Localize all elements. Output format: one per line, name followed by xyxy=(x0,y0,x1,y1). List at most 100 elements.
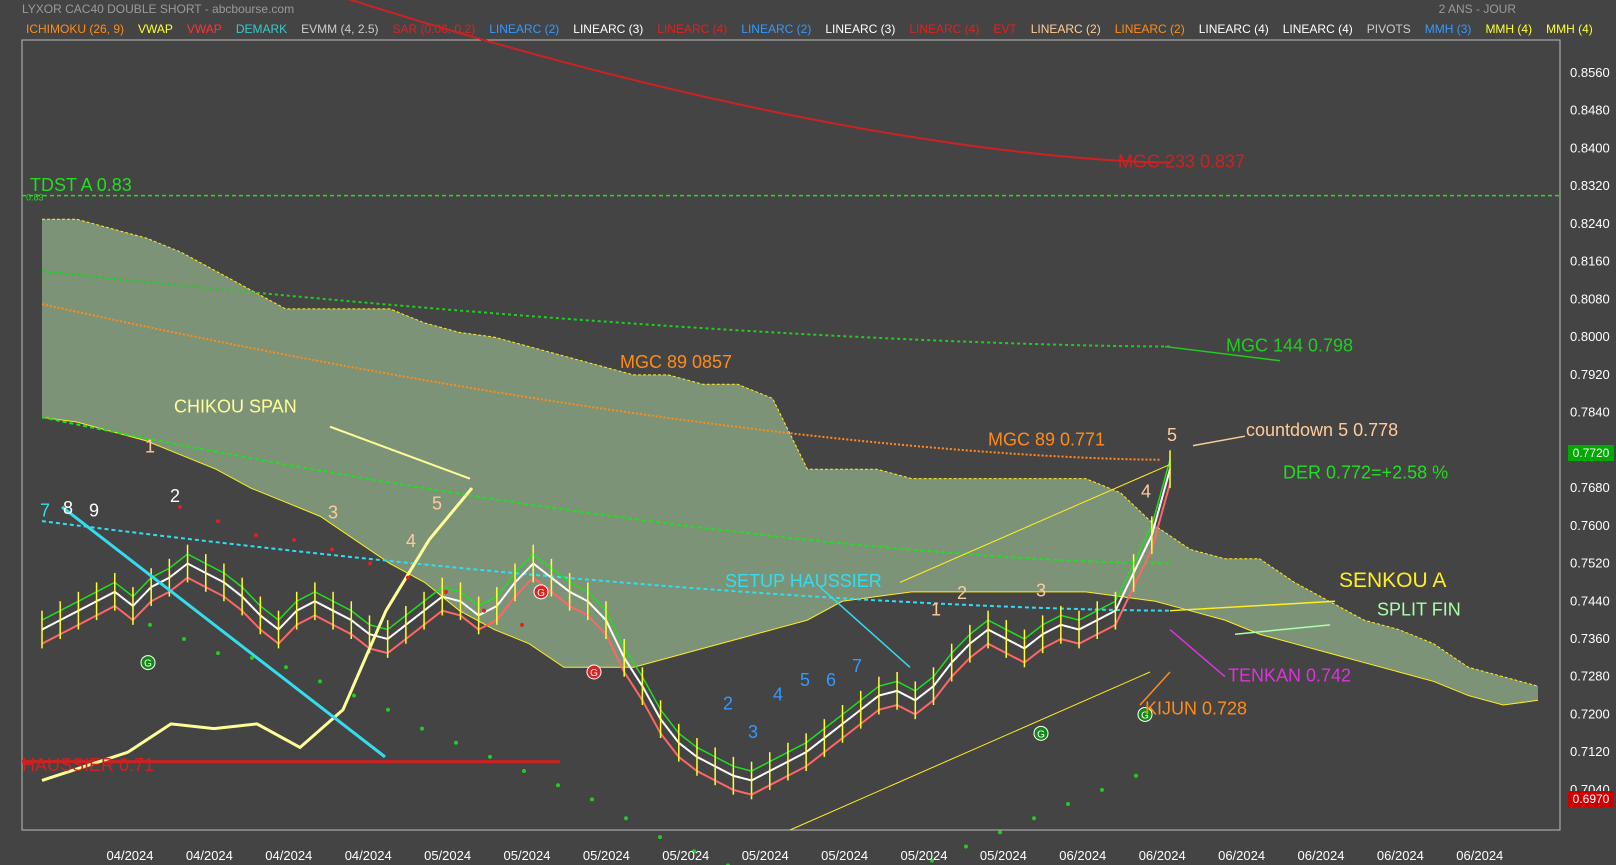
mgc-89-label: MGC 89 0.771 xyxy=(988,430,1105,450)
sar-red-dot-2 xyxy=(254,533,258,538)
sar-dot-6 xyxy=(352,693,356,698)
demark-count-13: 5 xyxy=(800,670,810,690)
der-label: DER 0.772=+2.58 % xyxy=(1283,463,1448,483)
countdown-label: countdown 5 0.778 xyxy=(1246,420,1398,440)
demark-count-11: 3 xyxy=(748,722,758,742)
x-tick-1: 04/2024 xyxy=(186,848,233,863)
demark-count-17: 8 xyxy=(63,498,73,518)
x-tick-11: 05/2024 xyxy=(980,848,1027,863)
y-tick-18: 0.7120 xyxy=(1570,744,1610,759)
sar-red-dot-4 xyxy=(330,547,334,552)
demark-count-16: 7 xyxy=(40,500,50,520)
sar-dot-1 xyxy=(182,636,186,641)
x-tick-8: 05/2024 xyxy=(742,848,789,863)
sar-dot-9 xyxy=(454,740,458,745)
x-tick-13: 06/2024 xyxy=(1139,848,1186,863)
demark-count-10: 2 xyxy=(723,694,733,714)
support-trendline xyxy=(789,671,1151,831)
demark-count-8: 4 xyxy=(1141,481,1151,501)
countdown-arrow xyxy=(1192,435,1246,447)
red-marker-label-1: G xyxy=(590,668,598,679)
y-tick-9: 0.7840 xyxy=(1570,405,1610,420)
current-price-badge: 0.7720 xyxy=(1568,445,1614,461)
sar-dot-12 xyxy=(556,783,560,788)
sar-dot-7 xyxy=(386,707,390,712)
tdst-a-small-label: 0.83 xyxy=(26,192,44,202)
y-tick-2: 0.8400 xyxy=(1570,140,1610,155)
sar-dot-0 xyxy=(148,622,152,627)
y-tick-8: 0.7920 xyxy=(1570,367,1610,382)
x-tick-2: 04/2024 xyxy=(265,848,312,863)
demark-count-18: 9 xyxy=(89,500,99,520)
demark-count-7: 3 xyxy=(1036,581,1046,601)
demark-count-12: 4 xyxy=(773,684,783,704)
sar-dot-28 xyxy=(1100,787,1104,792)
x-tick-17: 06/2024 xyxy=(1456,848,1503,863)
demark-count-1: 2 xyxy=(170,486,180,506)
sar-red-dot-8 xyxy=(482,608,486,613)
sar-red-dot-3 xyxy=(292,537,296,542)
low-price-badge: 0.6970 xyxy=(1568,791,1614,807)
tenkan-label: TENKAN 0.742 xyxy=(1228,665,1351,685)
mgc-89-upper-label: MGC 89 0857 xyxy=(620,352,732,372)
x-tick-5: 05/2024 xyxy=(504,848,551,863)
sar-dot-27 xyxy=(1066,802,1070,807)
sar-dot-14 xyxy=(624,816,628,821)
x-tick-14: 06/2024 xyxy=(1218,848,1265,863)
y-tick-17: 0.7200 xyxy=(1570,706,1610,721)
mgc-233-label: MGC 233 0.837 xyxy=(1118,151,1245,171)
y-tick-3: 0.8320 xyxy=(1570,178,1610,193)
y-tick-12: 0.7600 xyxy=(1570,518,1610,533)
y-tick-1: 0.8480 xyxy=(1570,103,1610,118)
sar-dot-2 xyxy=(216,651,220,656)
sar-dot-29 xyxy=(1134,773,1138,778)
demark-count-6: 2 xyxy=(957,583,967,603)
demark-trendline xyxy=(61,505,386,759)
y-tick-4: 0.8240 xyxy=(1570,216,1610,231)
x-tick-15: 06/2024 xyxy=(1298,848,1345,863)
x-tick-7: 05/2024 xyxy=(662,848,709,863)
y-tick-14: 0.7440 xyxy=(1570,593,1610,608)
sar-dot-13 xyxy=(590,797,594,802)
signal-marker-label-1: G xyxy=(1037,729,1045,740)
red-marker-label-0: G xyxy=(537,588,545,599)
sar-dot-25 xyxy=(998,830,1002,835)
x-tick-0: 04/2024 xyxy=(107,848,154,863)
kijun-label: KIJUN 0.728 xyxy=(1145,698,1247,718)
tenkan-arrow xyxy=(1169,628,1226,678)
price-chart[interactable]: GGGGG1234512 3452345 677 8 9TDST A 0.830.83H… xyxy=(0,0,1616,865)
tdst-b-label: HAUSSIER 0.71 xyxy=(22,755,154,775)
signal-marker-label-0: G xyxy=(144,659,152,670)
sar-dot-15 xyxy=(658,835,662,840)
y-tick-11: 0.7680 xyxy=(1570,480,1610,495)
demark-count-9: 5 xyxy=(1167,425,1177,445)
sar-red-dot-7 xyxy=(444,589,448,594)
y-tick-16: 0.7280 xyxy=(1570,669,1610,684)
sar-red-dot-9 xyxy=(520,622,524,627)
x-tick-12: 06/2024 xyxy=(1059,848,1106,863)
x-tick-9: 05/2024 xyxy=(821,848,868,863)
demark-count-2: 3 xyxy=(328,503,338,523)
sar-dot-24 xyxy=(964,844,968,849)
x-tick-16: 06/2024 xyxy=(1377,848,1424,863)
senkou-a-label: SENKOU A xyxy=(1339,569,1446,592)
y-tick-7: 0.8000 xyxy=(1570,329,1610,344)
sar-dot-11 xyxy=(522,769,526,774)
mgc-233-line xyxy=(347,0,1171,164)
demark-count-3: 4 xyxy=(406,531,416,551)
demark-count-15: 7 xyxy=(852,656,862,676)
demark-count-14: 6 xyxy=(826,670,836,690)
demark-count-0: 1 xyxy=(145,437,155,457)
chikou-span-label: CHIKOU SPAN xyxy=(174,397,297,417)
sar-dot-8 xyxy=(420,726,424,731)
y-tick-15: 0.7360 xyxy=(1570,631,1610,646)
split-fin-label: SPLIT FIN xyxy=(1377,599,1461,619)
x-tick-6: 05/2024 xyxy=(583,848,630,863)
sar-red-dot-5 xyxy=(368,561,372,566)
sar-dot-3 xyxy=(250,655,254,660)
sar-dot-10 xyxy=(488,754,492,759)
sar-red-dot-6 xyxy=(406,575,410,580)
y-tick-5: 0.8160 xyxy=(1570,254,1610,269)
tdst-a-label: TDST A 0.83 xyxy=(30,175,132,195)
y-tick-6: 0.8080 xyxy=(1570,291,1610,306)
